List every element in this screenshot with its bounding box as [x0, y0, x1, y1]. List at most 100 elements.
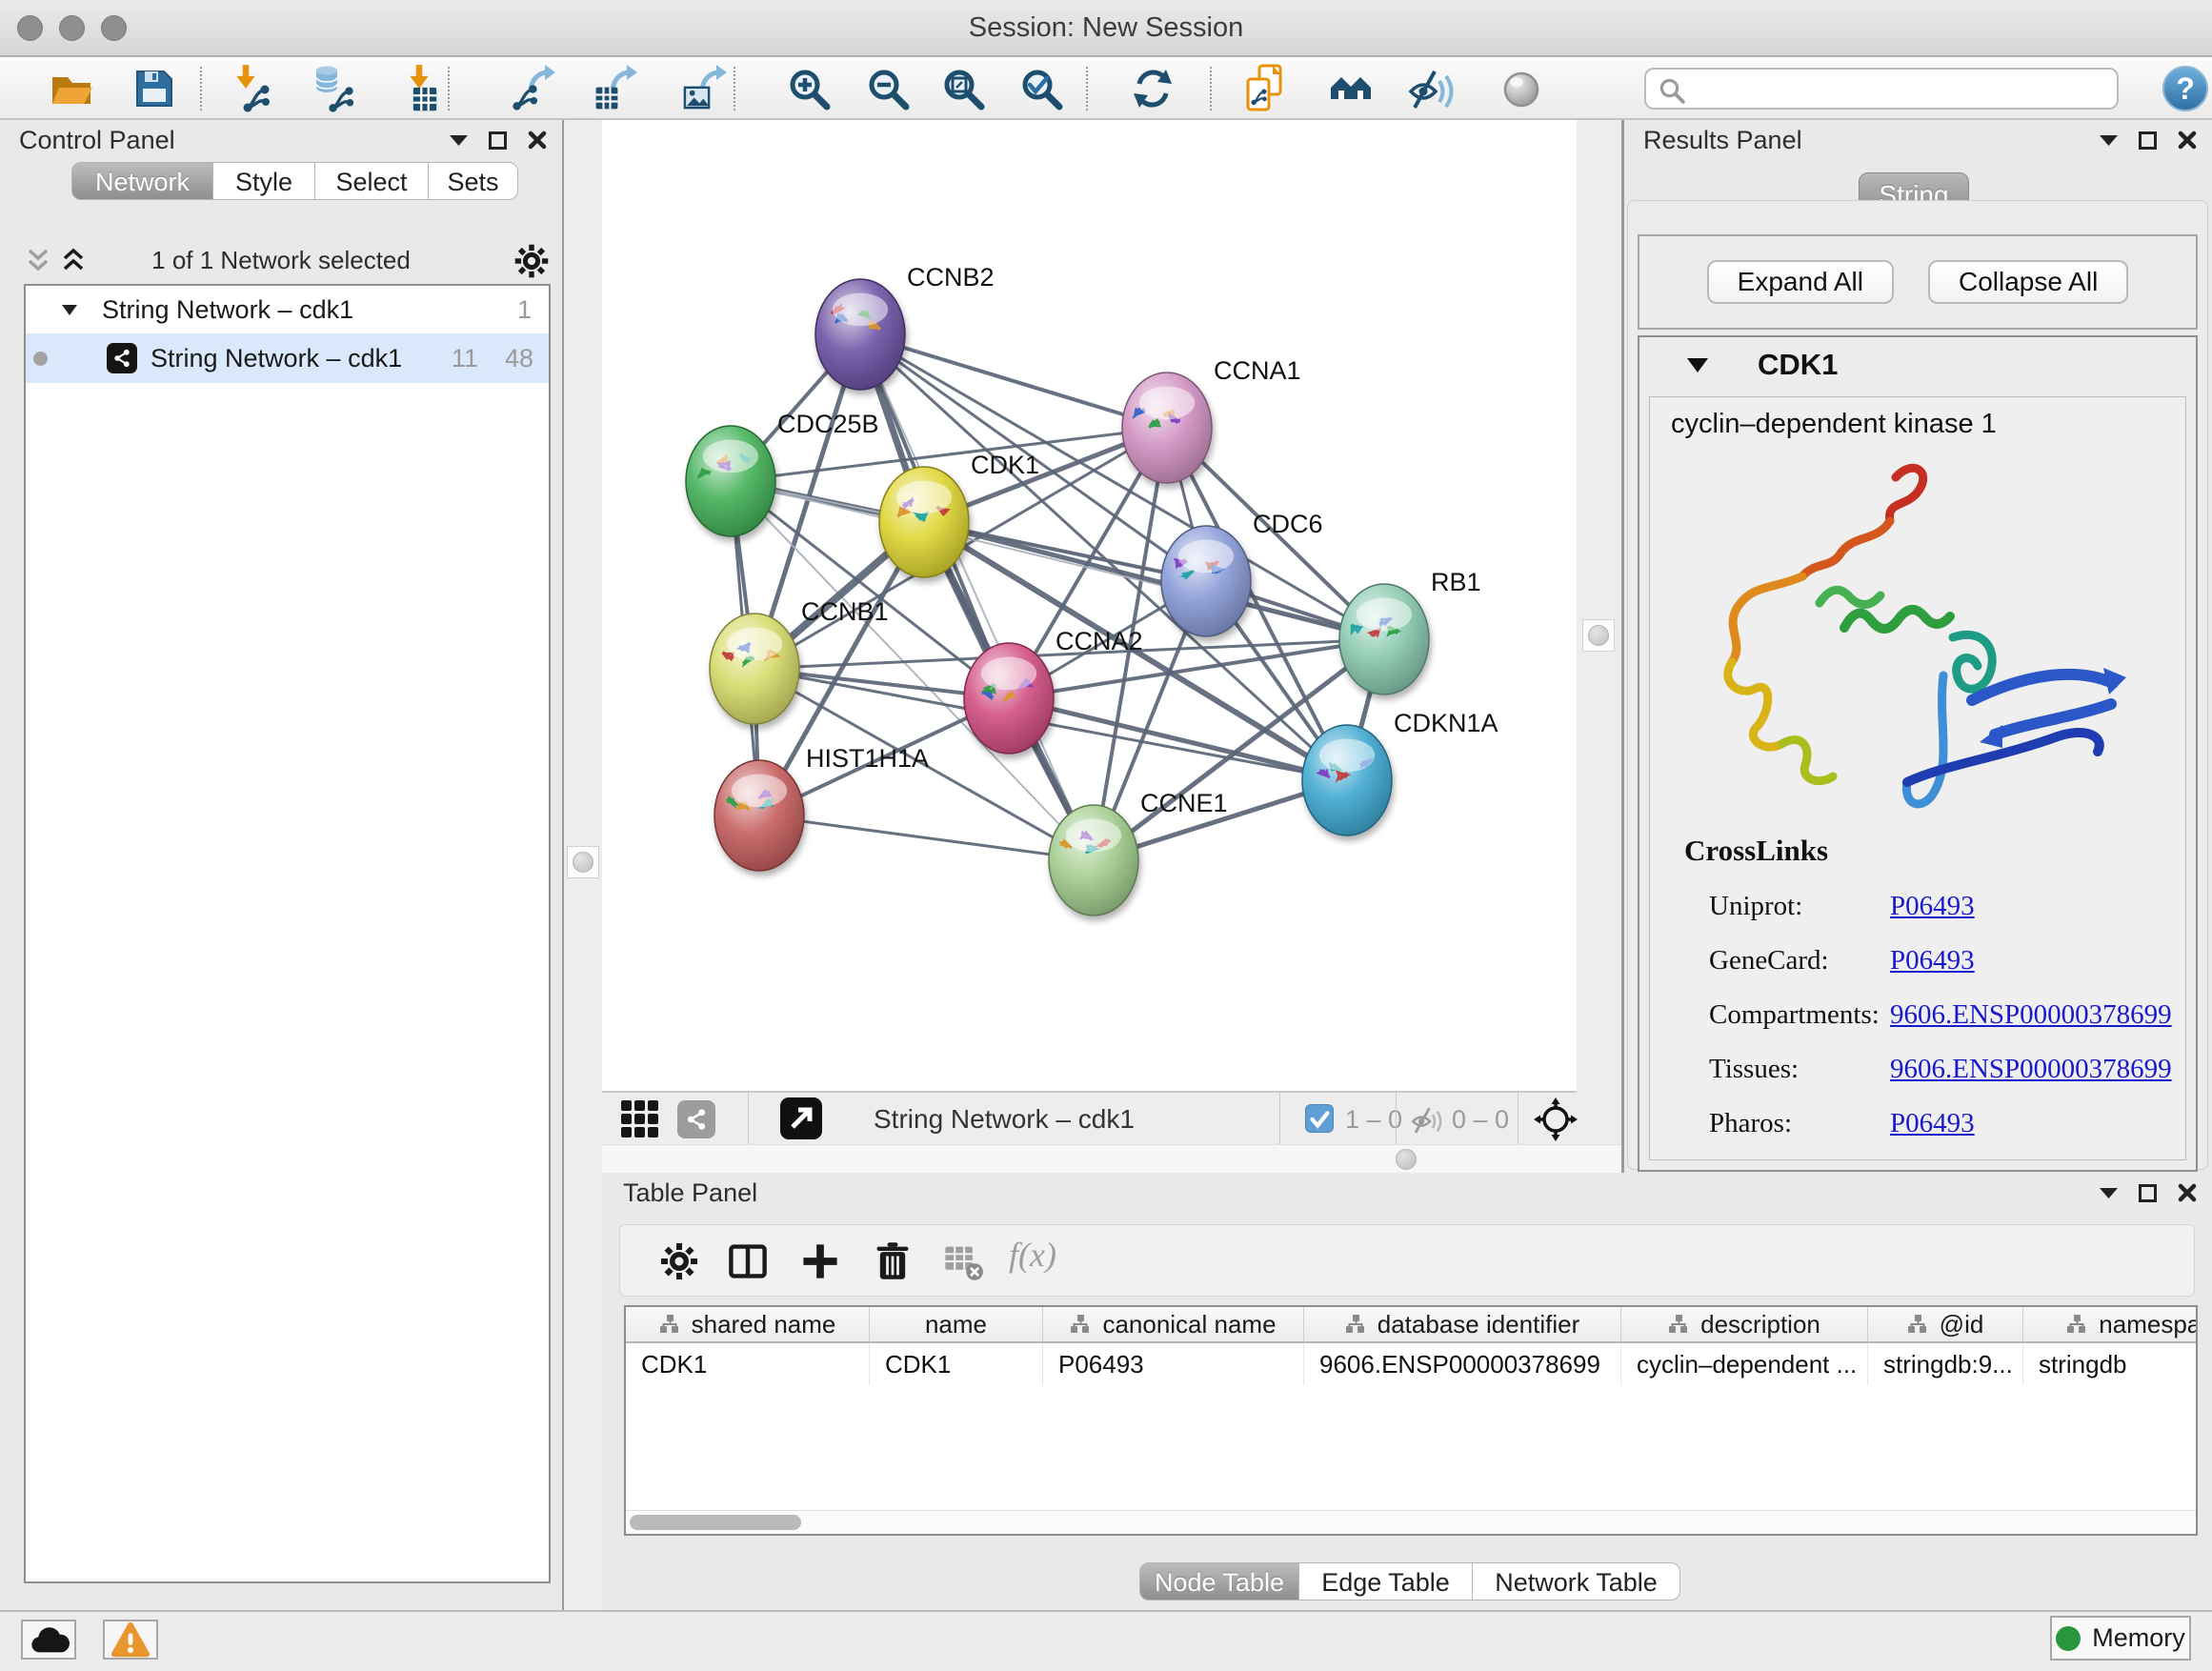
column-header-shared-name[interactable]: shared name — [626, 1307, 870, 1341]
tab-sets[interactable]: Sets — [428, 162, 518, 200]
panel-menu-icon[interactable] — [450, 134, 468, 147]
network-node-HIST1H1A[interactable]: HIST1H1A — [714, 744, 929, 871]
network-edge[interactable] — [759, 815, 1094, 860]
table-cell: CDK1 — [870, 1343, 1043, 1385]
column-label: namespace — [2099, 1310, 2198, 1339]
selected-checkbox-icon[interactable] — [1305, 1104, 1334, 1133]
column-header-namespace[interactable]: namespace — [2023, 1307, 2198, 1341]
import-network-database-button[interactable] — [308, 64, 357, 113]
search-input[interactable] — [1696, 71, 2109, 108]
gene-section-header[interactable]: CDK1 — [1639, 337, 2196, 393]
crosslink-link[interactable]: 9606.ENSP00000378699 — [1890, 999, 2172, 1031]
tab-node-table[interactable]: Node Table — [1139, 1562, 1299, 1601]
export-image-icon — [680, 64, 730, 113]
network-row-selected[interactable]: String Network – cdk1 11 48 — [26, 333, 549, 383]
panel-float-icon[interactable] — [489, 131, 507, 150]
tab-select[interactable]: Select — [314, 162, 429, 200]
network-options-gear-icon[interactable] — [513, 242, 551, 280]
zoom-in-button[interactable] — [784, 64, 834, 113]
network-edge[interactable] — [924, 522, 1384, 639]
panel-float-icon[interactable] — [2139, 1184, 2157, 1202]
panel-float-icon[interactable] — [2139, 131, 2157, 150]
export-table-button[interactable] — [591, 64, 640, 113]
network-edge[interactable] — [860, 334, 1167, 428]
string-view-icon[interactable] — [677, 1100, 715, 1138]
panel-menu-icon[interactable] — [2100, 1187, 2118, 1199]
scrollbar-thumb[interactable] — [630, 1515, 801, 1530]
left-splitter-handle[interactable] — [567, 846, 599, 878]
crosslinks-heading: CrossLinks — [1684, 834, 1828, 868]
crosslink-link[interactable]: P06493 — [1890, 1108, 1975, 1139]
memory-button[interactable]: Memory — [2050, 1616, 2191, 1661]
cloud-button[interactable] — [21, 1620, 76, 1660]
show-all-button[interactable] — [1497, 64, 1546, 113]
network-node-CCNE1[interactable]: CCNE1 — [1049, 789, 1228, 916]
search-icon — [1658, 76, 1686, 105]
expand-all-button[interactable]: Expand All — [1707, 260, 1894, 304]
crosslink-link[interactable]: P06493 — [1890, 891, 1975, 922]
panel-close-icon[interactable] — [528, 131, 547, 150]
network-node-CCNB2[interactable]: CCNB2 — [815, 263, 995, 390]
refresh-button[interactable] — [1128, 64, 1177, 113]
collapse-all-button[interactable]: Collapse All — [1928, 260, 2128, 304]
open-session-button[interactable] — [47, 64, 96, 113]
column-header-canonical-name[interactable]: canonical name — [1043, 1307, 1304, 1341]
zoom-out-button[interactable] — [863, 64, 913, 113]
column-header-description[interactable]: description — [1621, 1307, 1868, 1341]
results-button-row: Expand All Collapse All — [1638, 234, 2198, 330]
table-settings-gear-icon[interactable] — [658, 1240, 700, 1282]
horizontal-splitter-handle[interactable] — [1396, 1149, 1417, 1170]
add-column-icon[interactable] — [799, 1240, 841, 1282]
network-node-CDC25B[interactable]: CDC25B — [686, 410, 879, 536]
crosslink-link[interactable]: 9606.ENSP00000378699 — [1890, 1054, 2172, 1085]
section-collapse-icon[interactable] — [1687, 358, 1708, 372]
export-image-button[interactable] — [680, 64, 730, 113]
tab-edge-table[interactable]: Edge Table — [1298, 1562, 1473, 1601]
right-splitter[interactable] — [1577, 120, 1621, 1173]
network-node-CDKN1A[interactable]: CDKN1A — [1302, 709, 1498, 836]
table-horizontal-scrollbar[interactable] — [626, 1510, 2196, 1534]
save-floppy-icon — [130, 64, 179, 113]
first-neighbors-button[interactable] — [1328, 64, 1377, 113]
tab-network-table[interactable]: Network Table — [1472, 1562, 1680, 1601]
network-collection-row[interactable]: String Network – cdk1 1 — [26, 286, 549, 333]
right-splitter-handle[interactable] — [1582, 619, 1615, 652]
zoom-fit-button[interactable] — [938, 64, 988, 113]
panel-close-icon[interactable] — [2178, 1183, 2197, 1202]
horizontal-splitter[interactable] — [602, 1144, 1621, 1173]
column-header--id[interactable]: @id — [1868, 1307, 2023, 1341]
network-edge[interactable] — [860, 334, 1094, 860]
left-splitter[interactable] — [566, 120, 600, 1610]
help-button[interactable]: ? — [2161, 64, 2210, 113]
network-node-CCNA1[interactable]: CCNA1 — [1122, 356, 1301, 483]
birds-eye-view-icon[interactable] — [621, 1100, 659, 1138]
collection-expand-icon[interactable] — [62, 305, 77, 315]
network-node-RB1[interactable]: RB1 — [1339, 568, 1481, 695]
tab-network[interactable]: Network — [71, 162, 213, 200]
warnings-button[interactable] — [103, 1620, 158, 1660]
network-canvas[interactable]: CCNB2CCNA1CDC25BCDK1CDC6RB1CCNB1CCNA2HIS… — [602, 120, 1577, 1091]
hide-selected-button[interactable] — [1407, 64, 1457, 113]
fit-selected-crosshair-icon[interactable] — [1534, 1097, 1578, 1141]
delete-column-icon[interactable] — [872, 1240, 914, 1282]
new-network-from-selection-button[interactable] — [1242, 64, 1292, 113]
crosslink-row: Compartments:9606.ENSP00000378699 — [1650, 994, 2185, 1048]
toolbar-separator — [1086, 67, 1088, 111]
column-header-database-identifier[interactable]: database identifier — [1304, 1307, 1621, 1341]
panel-close-icon[interactable] — [2178, 131, 2197, 150]
column-header-name[interactable]: name — [870, 1307, 1043, 1341]
export-network-button[interactable] — [509, 64, 558, 113]
network-node-CCNB1[interactable]: CCNB1 — [710, 597, 889, 724]
import-network-file-button[interactable] — [226, 64, 275, 113]
crosslink-link[interactable]: P06493 — [1890, 945, 1975, 976]
panel-menu-icon[interactable] — [2100, 134, 2118, 147]
node-label: CDKN1A — [1394, 709, 1498, 737]
import-table-file-button[interactable] — [397, 64, 447, 113]
table-row[interactable]: CDK1CDK1P064939606.ENSP00000378699cyclin… — [626, 1343, 2196, 1385]
save-session-button[interactable] — [130, 64, 179, 113]
tab-style[interactable]: Style — [212, 162, 315, 200]
zoom-selected-button[interactable] — [1016, 64, 1066, 113]
open-view-icon[interactable] — [780, 1097, 822, 1139]
show-columns-icon[interactable] — [727, 1240, 769, 1282]
column-type-icon — [1907, 1314, 1928, 1335]
